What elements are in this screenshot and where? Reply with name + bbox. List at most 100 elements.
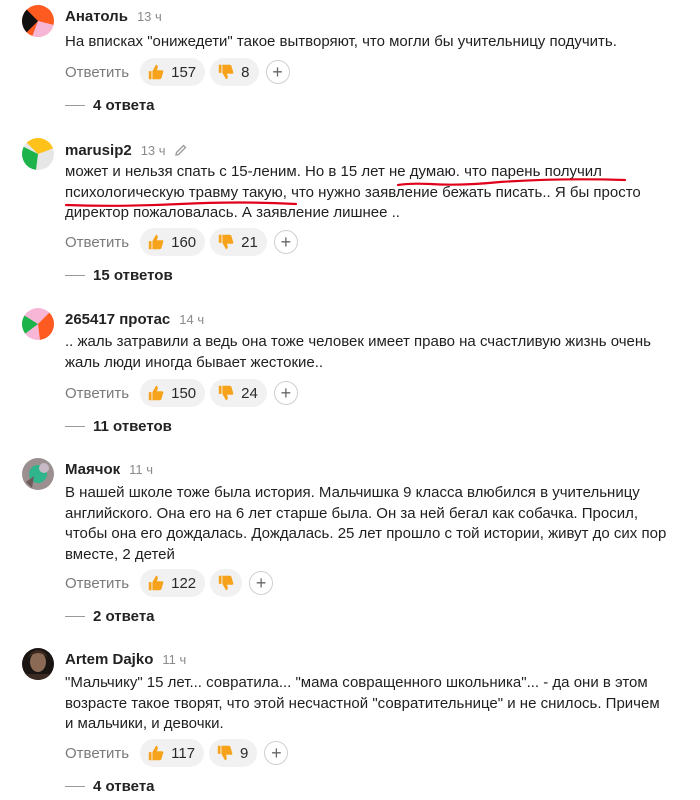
dislike-count: 8 [241, 63, 250, 81]
add-reaction-button[interactable]: + [273, 230, 298, 254]
like-count: 117 [171, 744, 196, 762]
reply-button[interactable]: Ответить [65, 64, 129, 81]
thumbs-down-icon [218, 234, 234, 250]
timestamp: 13 ч [136, 9, 162, 24]
author-name[interactable]: 265417 протас [65, 311, 170, 328]
divider [65, 616, 85, 617]
comment-line: жаль люди иногда бывает жестокие.. [65, 353, 324, 371]
dislike-button[interactable]: 8 [210, 58, 259, 86]
like-button[interactable]: 117 [140, 739, 205, 767]
pencil-icon [174, 143, 188, 157]
comment-header: Маячок 11 ч [65, 461, 153, 478]
divider [65, 426, 85, 427]
like-button[interactable]: 122 [140, 569, 206, 597]
thumbs-up-icon [148, 385, 164, 401]
avatar[interactable] [22, 138, 54, 170]
thumbs-up-icon [148, 234, 164, 250]
comment-line: возрасте такое творят, что этой несчастн… [65, 694, 660, 712]
comment-line: психологическую травму такую, что нужно … [65, 183, 641, 201]
thumbs-up-icon [148, 575, 164, 591]
replies-count: 4 ответа [93, 778, 155, 795]
comment-actions: Ответить 150 24 + [65, 379, 298, 407]
comment-line: может и нельзя спать с 15-леним. Но в 15… [65, 163, 602, 180]
timestamp: 13 ч [140, 143, 166, 158]
dislike-button[interactable]: 9 [209, 739, 258, 767]
timestamp: 14 ч [179, 312, 205, 327]
divider [65, 275, 85, 276]
like-button[interactable]: 157 [140, 58, 206, 86]
timestamp: 11 ч [129, 462, 154, 477]
dislike-button[interactable]: 24 [210, 379, 267, 407]
avatar[interactable] [22, 458, 54, 490]
comment-header: 265417 протас 14 ч [65, 311, 204, 328]
comment-line: и мальчики, и девочки. [65, 715, 224, 732]
comment-header: Artem Dajko 11 ч [65, 651, 186, 668]
add-reaction-button[interactable]: + [249, 571, 274, 595]
timestamp: 11 ч [162, 652, 187, 667]
comment-text: На вписках "онижедети" такое вытворяют, … [65, 32, 690, 53]
comment-line: чтобы она его дождалась. Дождалась. 25 л… [65, 525, 667, 542]
comment-line: .. жаль затравили а ведь она тоже челове… [65, 333, 651, 350]
divider [65, 786, 85, 787]
like-count: 160 [171, 233, 197, 251]
comment-line: На вписках "онижедети" такое вытворяют, … [65, 33, 617, 50]
add-reaction-button[interactable]: + [273, 381, 298, 405]
plus-icon: + [271, 743, 282, 763]
divider [65, 105, 85, 106]
avatar[interactable] [22, 5, 54, 37]
like-count: 122 [171, 574, 197, 592]
comment-text: В нашей школе тоже была история. Мальчиш… [65, 483, 690, 565]
avatar-image [22, 458, 54, 490]
author-name[interactable]: Анатоль [65, 8, 128, 25]
thumbs-down-icon [218, 64, 234, 80]
comment-header: Анатоль 13 ч [65, 8, 162, 25]
avatar[interactable] [22, 308, 54, 340]
replies-count: 11 ответов [93, 418, 172, 435]
comment-header: marusip2 13 ч [65, 141, 188, 159]
like-button[interactable]: 160 [140, 228, 206, 256]
comment-line: В нашей школе тоже была история. Мальчиш… [65, 484, 640, 501]
reply-button[interactable]: Ответить [65, 745, 129, 762]
show-replies[interactable]: 2 ответа [65, 608, 155, 625]
author-name[interactable]: Маячок [65, 461, 120, 478]
avatar-image [22, 648, 54, 680]
reply-button[interactable]: Ответить [65, 234, 129, 251]
author-name[interactable]: Artem Dajko [65, 651, 153, 668]
plus-icon: + [255, 573, 267, 593]
thumbs-up-icon [148, 64, 164, 80]
show-replies[interactable]: 4 ответа [65, 778, 155, 795]
plus-icon: + [280, 232, 292, 252]
add-reaction-button[interactable]: + [264, 741, 289, 765]
thumbs-up-icon [148, 745, 164, 761]
show-replies[interactable]: 11 ответов [65, 418, 172, 435]
like-count: 157 [171, 63, 197, 81]
replies-count: 15 ответов [93, 267, 173, 284]
show-replies[interactable]: 4 ответа [65, 97, 155, 114]
comment-line: вместе, 2 детей [65, 545, 175, 563]
comment-line: "Мальчику" 15 лет... совратила... "мама … [65, 674, 648, 691]
show-replies[interactable]: 15 ответов [65, 267, 173, 284]
like-count: 150 [171, 384, 197, 402]
add-reaction-button[interactable]: + [265, 60, 290, 84]
plus-icon: + [272, 62, 283, 82]
dislike-count: 21 [241, 233, 258, 251]
replies-count: 2 ответа [93, 608, 155, 625]
comment-actions: Ответить 122 + [65, 569, 274, 597]
author-name[interactable]: marusip2 [65, 142, 132, 159]
thumbs-down-icon [218, 575, 234, 591]
comment-line: английского. Она его на 6 лет старше был… [65, 504, 639, 522]
dislike-count: 9 [240, 744, 249, 762]
comment-actions: Ответить 160 21 + [65, 228, 298, 256]
dislike-button[interactable] [210, 569, 243, 597]
comment-line: директор пожаловалась. А заявление лишне… [65, 204, 400, 221]
reply-button[interactable]: Ответить [65, 385, 129, 402]
comment-text: "Мальчику" 15 лет... совратила... "мама … [65, 673, 690, 735]
comment-text: .. жаль затравили а ведь она тоже челове… [65, 332, 690, 373]
like-button[interactable]: 150 [140, 379, 206, 407]
avatar[interactable] [22, 648, 54, 680]
avatar-image [22, 5, 54, 37]
reply-button[interactable]: Ответить [65, 575, 129, 592]
comment-text: может и нельзя спать с 15-леним. Но в 15… [65, 162, 690, 224]
dislike-button[interactable]: 21 [210, 228, 267, 256]
thumbs-down-icon [218, 385, 234, 401]
